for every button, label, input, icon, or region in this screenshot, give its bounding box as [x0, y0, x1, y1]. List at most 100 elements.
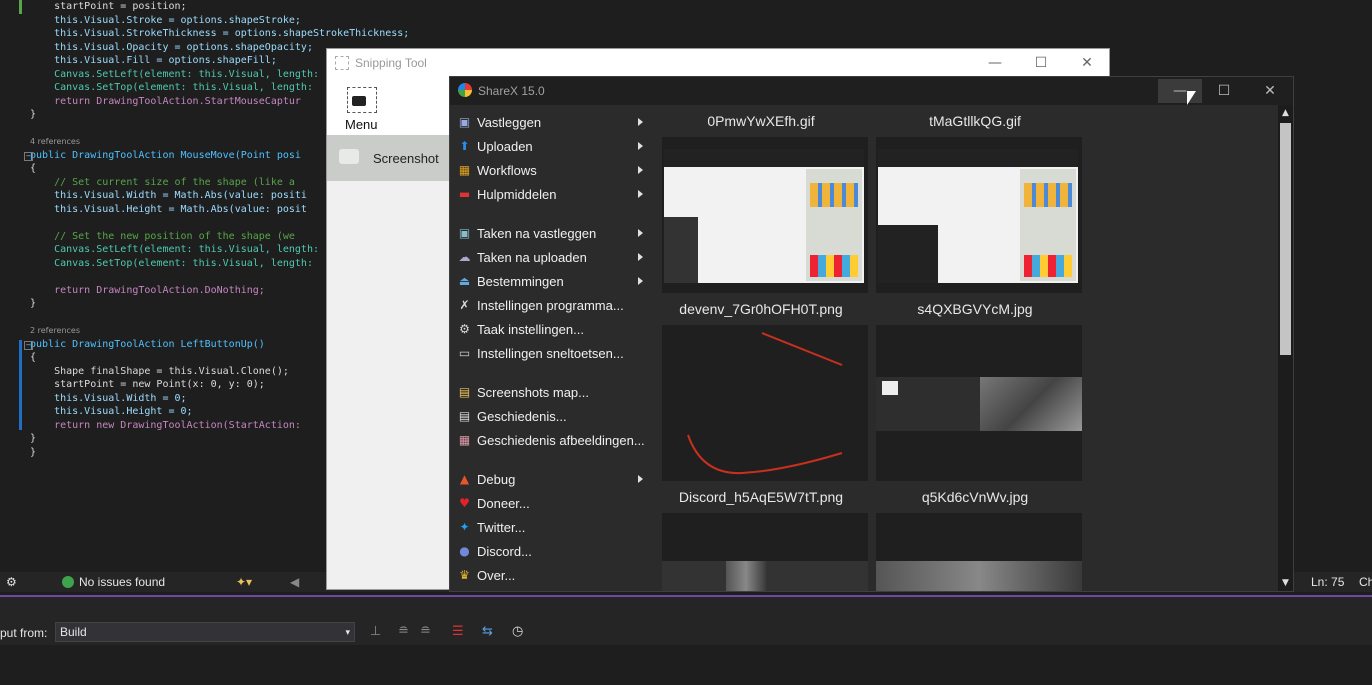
thumbnail-preview[interactable] — [876, 325, 1082, 481]
scrollbar-thumb[interactable] — [1280, 123, 1291, 355]
clear-all-icon[interactable]: ☰ — [452, 624, 464, 639]
menu-item-over[interactable]: ♛ Over... — [454, 565, 650, 587]
thumbnail-preview[interactable] — [662, 137, 868, 293]
clock-icon[interactable]: ◷ — [512, 624, 523, 639]
thumbnail-filename: devenv_7Gr0hOFH0T.png — [679, 301, 843, 317]
code-line: this.Visual.Width = Math.Abs(value: posi… — [30, 190, 307, 201]
code-line: Canvas.SetLeft(element: this.Visual, len… — [30, 68, 319, 80]
snipping-tool-icon — [335, 56, 349, 70]
menu-item-uploaden[interactable]: ⬆ Uploaden — [454, 136, 650, 158]
code-line: this.Visual.Opacity = options.shapeOpaci… — [30, 41, 313, 53]
menu-item-instellingen-programma[interactable]: ✗ Instellingen programma... — [454, 295, 650, 317]
gear-icon: ⚙ — [459, 322, 470, 336]
upload-arrow-icon: ⬆ — [459, 139, 470, 153]
thumbnail-item[interactable]: q5Kd6cVnWv.jpg — [872, 481, 1082, 591]
sharex-titlebar[interactable]: ShareX 15.0 — ☐ ✕ — [450, 77, 1293, 105]
scroll-up-icon[interactable]: ▲ — [1280, 107, 1291, 119]
scroll-left-icon[interactable]: ◀ — [290, 575, 299, 589]
close-button[interactable]: ✕ — [1067, 52, 1107, 74]
discord-icon: ● — [459, 544, 470, 558]
thumbnail-item[interactable]: s4QXBGVYcM.jpg — [872, 293, 1082, 481]
output-source-select[interactable]: Build ▾ — [55, 622, 355, 642]
maximize-button[interactable]: ☐ — [1021, 52, 1061, 74]
thumbnail-filename: q5Kd6cVnWv.jpg — [921, 489, 1029, 505]
submenu-arrow-icon — [638, 190, 643, 198]
thumbnail-item[interactable]: devenv_7Gr0hOFH0T.png — [658, 293, 868, 481]
crown-icon: ♛ — [459, 568, 470, 582]
menu-item-vastleggen[interactable]: ▣ Vastleggen — [454, 112, 650, 134]
heart-icon: ♥ — [459, 496, 470, 510]
screenshot-mode-button[interactable]: Screenshot — [327, 135, 449, 181]
minimize-button[interactable]: — — [975, 52, 1015, 74]
thumbnail-preview[interactable] — [876, 513, 1082, 591]
thumbnail-item[interactable]: tMaGtllkQG.gif — [872, 105, 1082, 293]
code-lens-references[interactable]: 2 references — [30, 324, 370, 338]
sharex-main-menu: ▣ Vastleggen ⬆ Uploaden ▦ Workflows ▬ Hulpmidde… — [450, 105, 652, 591]
code-lines[interactable]: startPoint = position; this.Visual.Strok… — [24, 0, 409, 459]
close-button[interactable]: ✕ — [1248, 79, 1292, 103]
prev-message-icon[interactable]: ≘ — [398, 624, 409, 639]
thumbnail-preview[interactable] — [662, 325, 868, 481]
menu-item-instellingen-sneltoetsen[interactable]: ▭ Instellingen sneltoetsen... — [454, 343, 650, 365]
thumbnail-grid[interactable]: 0PmwYwXEfh.gif tMaGtllkQG.gif devenv_7Gr0h… — [658, 105, 1278, 591]
issues-status[interactable]: No issues found — [79, 575, 165, 589]
menu-item-geschiedenis-afbeeldingen[interactable]: ▦ Geschiedenis afbeeldingen... — [454, 430, 650, 452]
collapse-icon[interactable]: − — [24, 151, 33, 161]
sharex-window[interactable]: ShareX 15.0 — ☐ ✕ ▣ Vastleggen ⬆ Uploaden ▦ W… — [449, 76, 1294, 592]
scroll-down-icon[interactable]: ▼ — [1280, 577, 1291, 589]
output-source-label: put from: — [0, 626, 48, 640]
menu-item-doneer[interactable]: ♥ Doneer... — [454, 493, 650, 515]
menu-item-taken-na-uploaden[interactable]: ☁ Taken na uploaden — [454, 247, 650, 269]
chevron-down-icon: ▾ — [345, 627, 350, 637]
thumbnail-item[interactable]: 0PmwYwXEfh.gif — [658, 105, 868, 293]
menu-item-taken-na-vastleggen[interactable]: ▣ Taken na vastleggen — [454, 223, 650, 245]
collapse-icon[interactable]: − — [24, 340, 33, 350]
code-line: public DrawingToolAction MouseMove(Point… — [30, 149, 301, 161]
snipping-menu-button[interactable]: Menu — [327, 77, 449, 135]
keyboard-icon: ▭ — [458, 346, 471, 360]
debug-cone-icon: ▲ — [459, 472, 470, 486]
thumbnail-preview[interactable] — [876, 137, 1082, 293]
vertical-scrollbar[interactable]: ▲ ▼ — [1278, 105, 1293, 591]
code-line: } — [30, 109, 37, 120]
menu-item-discord[interactable]: ● Discord... — [454, 541, 650, 563]
menu-item-bestemmingen[interactable]: ⏏ Bestemmingen — [454, 271, 650, 293]
submenu-arrow-icon — [638, 166, 643, 174]
snipping-tool-titlebar[interactable]: Snipping Tool — ☐ ✕ — [327, 49, 1109, 77]
maximize-button[interactable]: ☐ — [1202, 79, 1246, 103]
destinations-icon: ⏏ — [458, 274, 471, 288]
red-curve-drawing — [687, 332, 843, 475]
menu-item-taak-instellingen[interactable]: ⚙ Taak instellingen... — [454, 319, 650, 341]
git-icon[interactable]: ⚙ — [6, 575, 17, 589]
code-line: // Set current size of the shape (like a — [30, 176, 295, 188]
menu-item-label: Debug — [477, 472, 516, 487]
menu-item-twitter[interactable]: ✦ Twitter... — [454, 517, 650, 539]
code-line: this.Visual.Height = Math.Abs(value: pos… — [30, 203, 307, 215]
thumbnail-preview[interactable] — [662, 513, 868, 591]
next-message-icon[interactable]: ≘ — [420, 624, 431, 639]
code-line: return DrawingToolAction.StartMouseCaptu… — [30, 95, 301, 107]
code-line: { — [30, 352, 37, 363]
menu-item-debug[interactable]: ▲ Debug — [454, 469, 650, 491]
code-line: Canvas.SetLeft(element: this.Visual, len… — [30, 244, 319, 255]
menu-item-geschiedenis[interactable]: ▤ Geschiedenis... — [454, 406, 650, 428]
menu-item-hulpmiddelen[interactable]: ▬ Hulpmiddelen — [454, 184, 650, 206]
word-wrap-icon[interactable]: ⇆ — [482, 624, 493, 639]
cleanup-icon[interactable]: ✦▾ — [236, 575, 252, 589]
code-line: } — [30, 298, 37, 309]
find-message-icon[interactable]: ⊥ — [370, 624, 381, 639]
output-source-value: Build — [60, 625, 87, 639]
menu-item-screenshots-map[interactable]: ▤ Screenshots map... — [454, 382, 650, 404]
thumbnail-item[interactable]: Discord_h5AqE5W7tT.png — [658, 481, 868, 591]
menu-item-label: Bestemmingen — [477, 274, 564, 289]
menu-item-label: Doneer... — [477, 496, 530, 511]
code-lens-references[interactable]: 4 references — [30, 135, 370, 149]
check-icon — [62, 576, 74, 588]
camera-icon — [347, 87, 377, 113]
menu-item-label: Screenshots map... — [477, 385, 589, 400]
menu-item-workflows[interactable]: ▦ Workflows — [454, 160, 650, 182]
code-line: } — [30, 433, 37, 444]
menu-item-label: Twitter... — [477, 520, 526, 535]
twitter-icon: ✦ — [459, 520, 470, 534]
